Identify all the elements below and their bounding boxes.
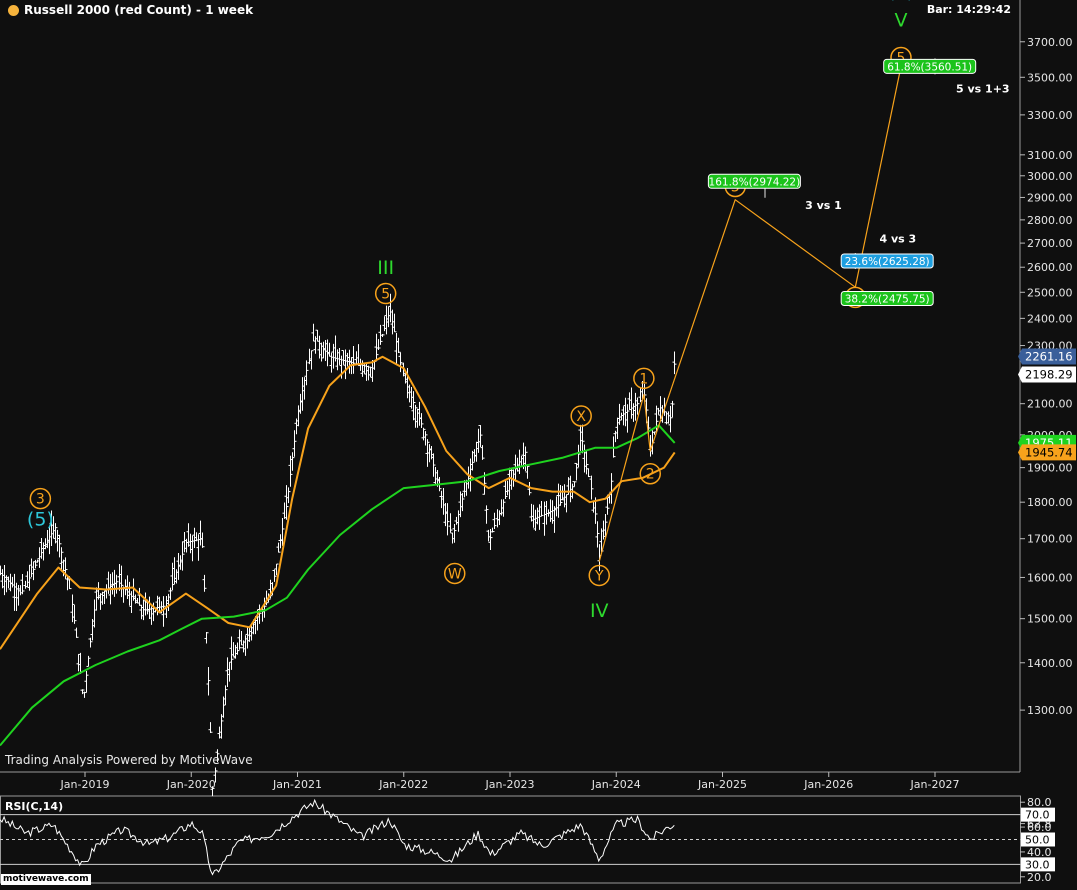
time-tick-label: Jan-2022 bbox=[378, 778, 428, 791]
wave-label: V bbox=[895, 10, 908, 32]
time-tick-label: Jan-2019 bbox=[60, 778, 110, 791]
rsi-level-tag-label: 50.0 bbox=[1025, 834, 1050, 847]
chart-title: Russell 2000 (red Count) - 1 week bbox=[24, 3, 254, 17]
price-tick-label: 1300.00 bbox=[1027, 704, 1073, 717]
price-tick-label: 3300.00 bbox=[1027, 109, 1073, 122]
price-tick-label: 3000.00 bbox=[1027, 170, 1073, 183]
time-tick-label: Jan-2021 bbox=[272, 778, 322, 791]
price-tick-label: 2500.00 bbox=[1027, 286, 1073, 299]
price-tick-label: 1800.00 bbox=[1027, 496, 1073, 509]
rsi-tick-label: 40.0 bbox=[1027, 846, 1052, 859]
price-tag-orange: 1945.74 bbox=[1018, 444, 1076, 461]
price-tag-label: 2198.29 bbox=[1025, 367, 1073, 381]
fib-level-label: 161.8%(2974.22) bbox=[709, 176, 801, 188]
price-tag-label: 2261.16 bbox=[1025, 349, 1073, 363]
time-tick-label: Jan-2020 bbox=[166, 778, 216, 791]
site-watermark: motivewave.com bbox=[1, 874, 91, 885]
price-tick-label: 2400.00 bbox=[1027, 312, 1073, 325]
price-tick-label: 2600.00 bbox=[1027, 261, 1073, 274]
fib-level-label: 38.2%(2475.75) bbox=[845, 294, 930, 306]
time-tick-label: Jan-2026 bbox=[803, 778, 853, 791]
price-tag-white: 2198.29 bbox=[1018, 366, 1076, 383]
price-tick-label: 3700.00 bbox=[1027, 36, 1073, 49]
time-tick-label: Jan-2024 bbox=[591, 778, 641, 791]
price-tick-label: 1500.00 bbox=[1027, 613, 1073, 626]
price-tick-label: 3100.00 bbox=[1027, 149, 1073, 162]
wave-label: 2 bbox=[646, 467, 655, 483]
rsi-title: RSI(C,14) bbox=[5, 800, 64, 813]
price-tick-label: 1600.00 bbox=[1027, 571, 1073, 584]
time-tick-label: Jan-2025 bbox=[697, 778, 747, 791]
price-tick-label: 2100.00 bbox=[1027, 398, 1073, 411]
fib-note: 5 vs 1+3 bbox=[956, 82, 1010, 95]
fib-level-label: 61.8%(3560.51) bbox=[887, 61, 972, 73]
price-tick-label: 1700.00 bbox=[1027, 533, 1073, 546]
wave-label: 3 bbox=[36, 492, 45, 508]
price-tick-label: 2900.00 bbox=[1027, 191, 1073, 204]
fib-note: 3 vs 1 bbox=[805, 199, 842, 212]
rsi-tick-label: 20.0 bbox=[1027, 871, 1052, 884]
wave-label: 5 bbox=[381, 287, 390, 303]
wave-label: 1 bbox=[639, 371, 648, 387]
wave-label: Y bbox=[594, 568, 604, 584]
chart-title-bar: Russell 2000 (red Count) - 1 week bbox=[8, 3, 253, 17]
price-tick-label: 2800.00 bbox=[1027, 214, 1073, 227]
price-tick-label: 2700.00 bbox=[1027, 237, 1073, 250]
wave-label: III bbox=[377, 257, 394, 279]
price-tag-label: 1945.74 bbox=[1025, 445, 1073, 459]
bar-time: Bar: 14:29:42 bbox=[926, 3, 1011, 16]
fib-note: 4 vs 3 bbox=[879, 232, 916, 245]
fib-level-label: 23.6%(2625.28) bbox=[845, 256, 930, 268]
wave-label: (a) bbox=[888, 0, 914, 2]
rsi-tick-label: 80.0 bbox=[1027, 796, 1052, 809]
price-tick-label: 1400.00 bbox=[1027, 657, 1073, 670]
status-dot-icon bbox=[8, 4, 19, 16]
wave-label: X bbox=[576, 409, 586, 425]
price-tick-label: 1900.00 bbox=[1027, 462, 1073, 475]
credit-text: Trading Analysis Powered by MotiveWave bbox=[5, 753, 253, 767]
price-tick-label: 3500.00 bbox=[1027, 71, 1073, 84]
time-tick-label: Jan-2023 bbox=[485, 778, 535, 791]
rsi-level-tag-label: 30.0 bbox=[1025, 858, 1050, 871]
wave-label: (5) bbox=[27, 508, 54, 530]
time-tick-label: Jan-2027 bbox=[910, 778, 960, 791]
price-tag-last: 2261.16 bbox=[1018, 348, 1076, 365]
wave-label: W bbox=[448, 566, 462, 582]
rsi-level-tag-label: 70.0 bbox=[1025, 809, 1050, 822]
wave-label: IV bbox=[590, 600, 609, 622]
